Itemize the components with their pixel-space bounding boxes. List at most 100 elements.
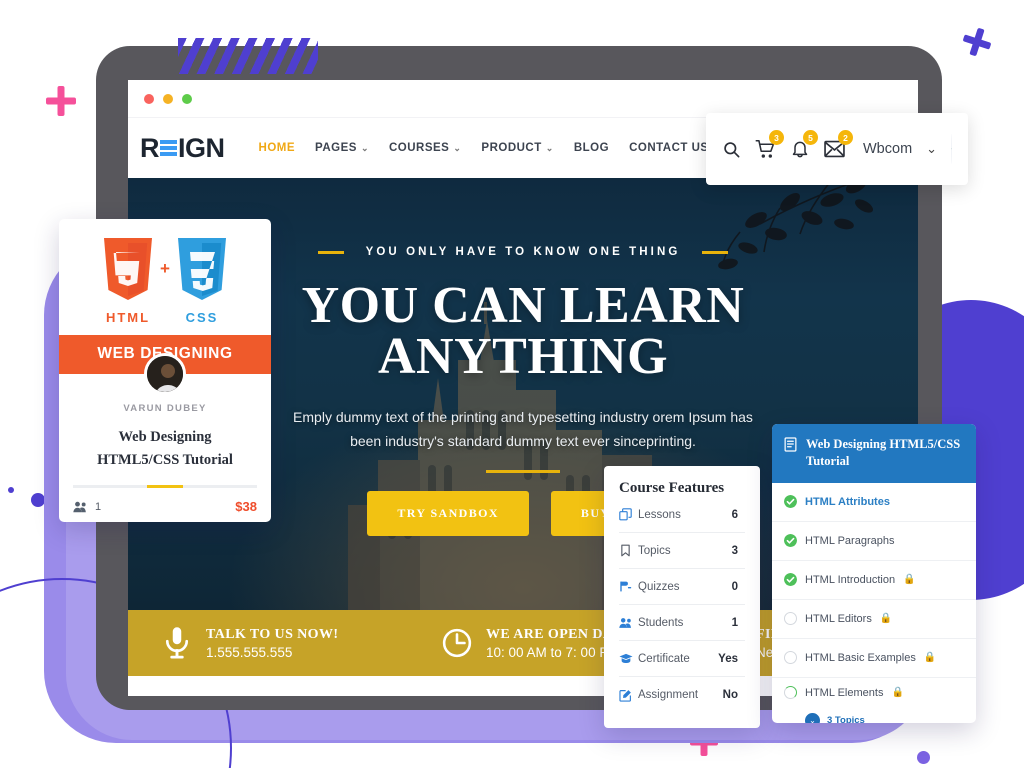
traffic-light-maximize-icon[interactable]	[182, 93, 192, 104]
username-label[interactable]: Wbcom	[863, 141, 912, 157]
curriculum-row-html-basic-examples[interactable]: HTML Basic Examples 🔒	[772, 639, 976, 678]
nav-item-product[interactable]: PRODUCT ⌄	[481, 142, 553, 154]
nav-item-product-label: PRODUCT	[481, 142, 542, 154]
dash-right-decor	[702, 250, 729, 254]
feature-label-assignment: Assignment	[638, 689, 699, 701]
check-circle-icon	[784, 495, 797, 509]
balloon-avatar-icon	[951, 148, 952, 150]
check-circle-icon	[784, 573, 797, 587]
book-icon	[784, 437, 797, 452]
course-features-title: Course Features	[619, 480, 725, 496]
curriculum-row-html-editors[interactable]: HTML Editors 🔒	[772, 600, 976, 639]
course-features-card: Course Features Lessons 6 Topics 3 Quizz…	[604, 466, 760, 728]
lock-icon: 🔒	[923, 652, 937, 664]
feature-label-lessons: Lessons	[638, 508, 681, 521]
css3-label: CSS	[185, 310, 219, 325]
feature-value-topics: 3	[731, 544, 738, 557]
feature-value-assignment: No	[722, 689, 738, 701]
certificate-icon	[619, 653, 638, 664]
dot-decor-left	[31, 493, 45, 507]
students-icon	[619, 617, 638, 629]
contact-item-phone: TALK TO US NOW! 1.555.555.555	[162, 626, 442, 660]
students-count: 1	[95, 500, 102, 513]
curriculum-row-html-introduction[interactable]: HTML Introduction 🔒	[772, 561, 976, 600]
feature-label-topics: Topics	[638, 544, 671, 557]
account-bar: 3 5 2 Wbcom ⌄	[706, 113, 968, 185]
lock-icon: 🔒	[891, 687, 904, 699]
curriculum-row-html-elements[interactable]: HTML Elements 🔒	[772, 678, 976, 708]
feature-label-students: Students	[638, 616, 684, 629]
nav-item-pages[interactable]: PAGES ⌄	[315, 142, 369, 154]
avatar[interactable]	[951, 134, 952, 164]
cart-badge: 3	[769, 130, 784, 145]
html5-shield-icon	[104, 238, 153, 300]
feature-label-certificate: Certificate	[638, 652, 690, 665]
clock-icon	[442, 628, 472, 658]
envelope-badge: 2	[838, 130, 853, 145]
feature-value-quizzes: 0	[731, 580, 738, 593]
quiz-icon	[619, 580, 638, 593]
contact-hours-title: WE ARE OPEN DAY	[486, 626, 623, 642]
plus-separator: +	[160, 259, 170, 278]
nav-item-blog-label: BLOG	[573, 142, 610, 154]
course-progress-rule	[73, 485, 257, 489]
feature-row-topics: Topics 3	[619, 533, 745, 569]
chevron-down-icon: ⌄	[545, 142, 554, 153]
course-card-title[interactable]: Web Designing HTML5/CSS Tutorial	[59, 426, 271, 472]
site-logo[interactable]: R IGN	[140, 133, 225, 164]
partial-circle-icon	[784, 686, 797, 700]
course-price: $38	[235, 499, 257, 515]
curriculum-label: HTML Paragraphs	[805, 534, 895, 547]
curriculum-label: HTML Attributes	[805, 495, 890, 508]
traffic-light-minimize-icon[interactable]	[163, 93, 173, 104]
chevron-down-icon: ⌄	[805, 713, 820, 723]
dot-decor-small-left	[8, 487, 14, 493]
search-icon[interactable]	[722, 137, 741, 161]
try-sandbox-button[interactable]: TRY SANDBOX	[367, 490, 529, 536]
envelope-icon[interactable]: 2	[824, 130, 853, 161]
empty-circle-icon	[784, 651, 797, 665]
curriculum-row-html-paragraphs[interactable]: HTML Paragraphs	[772, 522, 976, 561]
course-card[interactable]: HTML + CSS WEB DESIGNING VARUN DUBEY Web…	[59, 219, 271, 522]
logo-text-r: R	[140, 132, 160, 163]
nav-item-home-label: HOME	[258, 142, 296, 154]
course-students: 1	[73, 501, 101, 513]
lock-icon: 🔒	[879, 613, 893, 625]
course-card-thumbnail: HTML + CSS	[59, 219, 271, 335]
course-author-avatar	[144, 353, 186, 395]
curriculum-title: Web Designing HTML5/CSS Tutorial	[806, 437, 961, 468]
contact-phone-value: 1.555.555.555	[206, 644, 293, 660]
screenshot-root: R IGN HOME PAGES ⌄ COURSES ⌄ PRODUCT ⌄ B…	[0, 0, 1024, 768]
curriculum-row-html-attributes[interactable]: HTML Attributes	[772, 483, 976, 522]
nav-item-courses[interactable]: COURSES ⌄	[389, 142, 461, 154]
nav-item-blog[interactable]: BLOG	[574, 142, 609, 154]
nav-item-home[interactable]: HOME	[259, 142, 296, 154]
stripes-decor	[178, 38, 318, 74]
curriculum-label: HTML Editors	[805, 612, 872, 625]
bookmark-icon	[619, 544, 638, 557]
feature-row-certificate: Certificate Yes	[619, 641, 745, 677]
nav-item-contact-label: CONTACT US	[629, 142, 709, 154]
css3-shield-icon	[177, 238, 226, 300]
cart-icon[interactable]: 3	[755, 130, 784, 161]
curriculum-header: Web Designing HTML5/CSS Tutorial	[772, 424, 976, 483]
feature-value-certificate: Yes	[718, 652, 738, 665]
nav-item-pages-label: PAGES	[315, 142, 357, 154]
lock-icon: 🔒	[903, 574, 916, 586]
logo-bars-icon	[160, 140, 177, 156]
curriculum-topics-toggle[interactable]: ⌄ 3 Topics	[772, 708, 976, 723]
dash-left-decor	[317, 250, 344, 254]
hero-subtitle: Emply dummy text of the printing and typ…	[293, 408, 753, 450]
chevron-down-icon: ⌄	[360, 142, 369, 153]
plus-decor-top-right	[959, 24, 994, 59]
feature-value-students: 1	[731, 616, 738, 629]
bell-icon[interactable]: 5	[790, 130, 818, 161]
nav-item-contact-us[interactable]: CONTACT US	[629, 142, 709, 154]
microphone-icon	[165, 627, 189, 659]
curriculum-label: HTML Basic Examples	[805, 651, 916, 664]
traffic-light-close-icon[interactable]	[144, 93, 154, 104]
account-chevron-down-icon[interactable]: ⌄	[926, 141, 937, 157]
feature-row-quizzes: Quizzes 0	[619, 569, 745, 605]
chevron-down-icon: ⌄	[453, 142, 462, 153]
assignment-icon	[619, 689, 638, 702]
